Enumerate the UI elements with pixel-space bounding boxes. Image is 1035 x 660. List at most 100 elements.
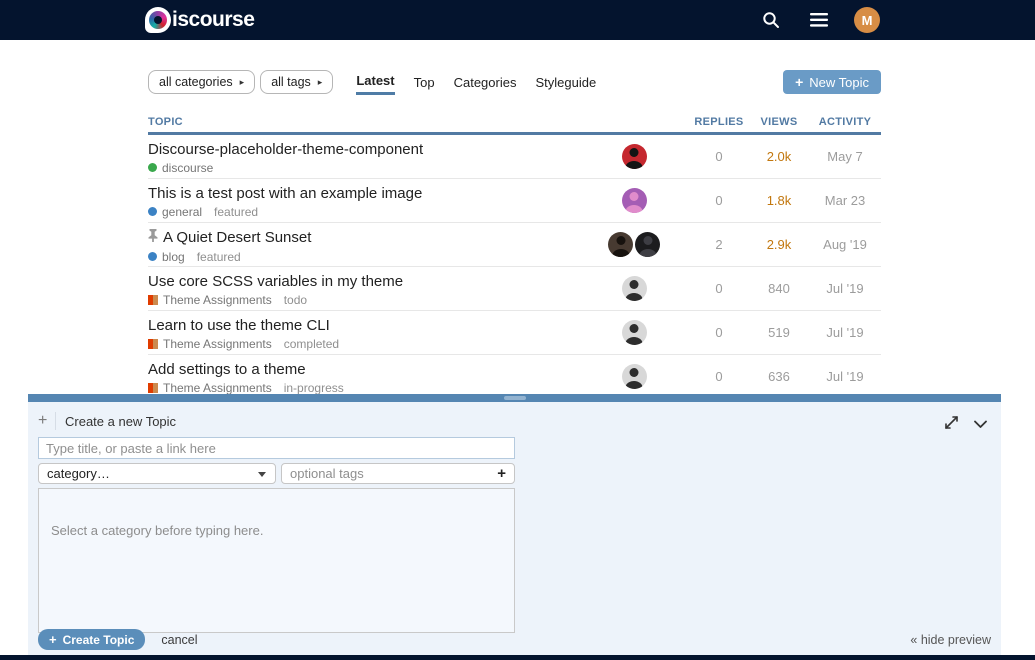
add-tag-icon[interactable]: + (497, 465, 506, 482)
new-topic-button[interactable]: + New Topic (783, 70, 881, 94)
table-row: Learn to use the theme CLI Theme Assignm… (148, 311, 881, 355)
topic-posters (579, 188, 689, 213)
activity-date[interactable]: Jul '19 (809, 281, 881, 296)
topic-posters (579, 232, 689, 257)
cancel-link[interactable]: cancel (161, 633, 197, 647)
plus-icon: + (795, 74, 803, 90)
category-name: Theme Assignments (163, 381, 272, 395)
topic-title-link[interactable]: Use core SCSS variables in my theme (148, 273, 403, 290)
col-replies[interactable]: REPLIES (689, 116, 749, 128)
activity-date[interactable]: Jul '19 (809, 369, 881, 384)
tag[interactable]: completed (284, 337, 339, 351)
category-badge[interactable]: discourse (148, 161, 213, 175)
views-count: 1.8k (749, 193, 809, 208)
col-topic[interactable]: TOPIC (148, 116, 579, 128)
topic-posters (579, 320, 689, 345)
category-badge[interactable]: Theme Assignments (148, 381, 272, 395)
tag[interactable]: todo (284, 293, 307, 307)
topic-tags: featured (214, 205, 258, 219)
poster-avatar[interactable] (622, 276, 647, 301)
create-topic-button[interactable]: + Create Topic (38, 629, 145, 650)
category-name: Theme Assignments (163, 293, 272, 307)
post-body-textarea[interactable] (38, 488, 515, 633)
poster-avatar[interactable] (622, 144, 647, 169)
activity-date[interactable]: May 7 (809, 149, 881, 164)
tags-input[interactable] (290, 466, 497, 481)
topic-title-link[interactable]: This is a test post with an example imag… (148, 185, 422, 202)
composer-resize-grip[interactable] (28, 394, 1001, 402)
category-badge[interactable]: Theme Assignments (148, 337, 272, 351)
activity-date[interactable]: Mar 23 (809, 193, 881, 208)
tag[interactable]: featured (214, 205, 258, 219)
nav-categories[interactable]: Categories (454, 75, 517, 94)
search-icon[interactable] (758, 7, 784, 33)
tag[interactable]: in-progress (284, 381, 344, 395)
topic-title-link[interactable]: Discourse-placeholder-theme-component (148, 141, 423, 158)
user-avatar[interactable]: M (854, 7, 880, 33)
site-header: iscourse M (0, 0, 1035, 40)
topic-tags: in-progress (284, 381, 344, 395)
category-badge[interactable]: Theme Assignments (148, 293, 272, 307)
hide-preview-link[interactable]: « hide preview (910, 633, 991, 647)
category-name: general (162, 205, 202, 219)
topic-posters (579, 364, 689, 389)
topic-table: TOPIC REPLIES VIEWS ACTIVITY Discourse-p… (148, 115, 881, 399)
table-row: Discourse-placeholder-theme-component di… (148, 135, 881, 179)
replies-count: 0 (689, 193, 749, 208)
site-logo[interactable]: iscourse (145, 7, 254, 33)
category-name: blog (162, 250, 185, 264)
category-badge[interactable]: general (148, 205, 202, 219)
new-topic-label: New Topic (809, 75, 869, 90)
category-select[interactable]: category… (38, 463, 276, 484)
topic-tags: todo (284, 293, 307, 307)
tag-filter-dropdown[interactable]: all tags ▸ (260, 70, 333, 94)
topic-posters (579, 276, 689, 301)
category-select-value: category… (47, 466, 110, 481)
table-row: A Quiet Desert Sunset blog featured 2 2.… (148, 223, 881, 267)
nav-latest[interactable]: Latest (356, 73, 394, 95)
table-header: TOPIC REPLIES VIEWS ACTIVITY (148, 115, 881, 135)
poster-avatar[interactable] (622, 364, 647, 389)
topic-tags: completed (284, 337, 339, 351)
hamburger-menu-icon[interactable] (806, 7, 832, 33)
activity-date[interactable]: Jul '19 (809, 325, 881, 340)
tags-input-wrap: + (281, 463, 515, 484)
category-color-icon (148, 339, 158, 349)
nav-top[interactable]: Top (414, 75, 435, 94)
activity-date[interactable]: Aug '19 (809, 237, 881, 252)
collapse-composer-icon[interactable] (974, 416, 987, 434)
tag[interactable]: featured (197, 250, 241, 264)
topic-title-link[interactable]: A Quiet Desert Sunset (163, 229, 311, 246)
tag-filter-label: all tags (271, 75, 311, 89)
topic-title-input[interactable] (38, 437, 515, 459)
topic-title-link[interactable]: Learn to use the theme CLI (148, 317, 330, 334)
poster-avatar[interactable] (622, 320, 647, 345)
topic-title-link[interactable]: Add settings to a theme (148, 361, 306, 378)
plus-icon: + (38, 412, 56, 430)
topic-tags: featured (197, 250, 241, 264)
category-color-icon (148, 295, 158, 305)
replies-count: 0 (689, 325, 749, 340)
category-color-icon (148, 252, 157, 261)
poster-avatar[interactable] (635, 232, 660, 257)
composer-panel: + Create a new Topic category… (28, 394, 1001, 655)
poster-avatar[interactable] (608, 232, 633, 257)
category-filter-dropdown[interactable]: all categories ▸ (148, 70, 255, 94)
poster-avatar[interactable] (622, 188, 647, 213)
col-activity[interactable]: ACTIVITY (809, 116, 881, 128)
category-badge[interactable]: blog (148, 250, 185, 264)
replies-count: 0 (689, 369, 749, 384)
plus-icon: + (49, 632, 57, 647)
topic-nav: Latest Top Categories Styleguide (356, 71, 596, 93)
composer-title: Create a new Topic (65, 414, 176, 429)
discourse-logo-icon (145, 7, 171, 33)
views-count: 840 (749, 281, 809, 296)
views-count: 636 (749, 369, 809, 384)
composer-body: + Create a new Topic category… (28, 402, 1001, 655)
replies-count: 0 (689, 149, 749, 164)
fullscreen-icon[interactable] (945, 416, 958, 434)
category-color-icon (148, 207, 157, 216)
caret-right-icon: ▸ (240, 77, 245, 88)
col-views[interactable]: VIEWS (749, 116, 809, 128)
nav-styleguide[interactable]: Styleguide (535, 75, 596, 94)
